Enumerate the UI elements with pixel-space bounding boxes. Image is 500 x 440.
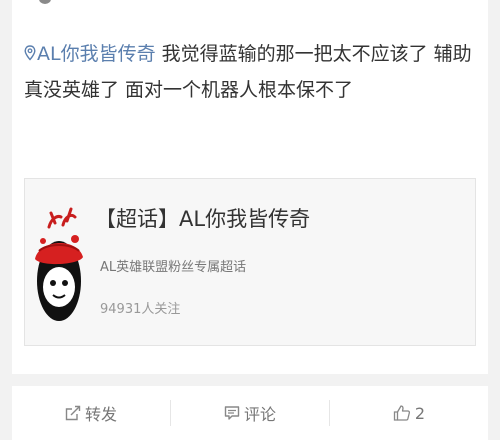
weibo-post-page: AL你我皆传奇 我觉得蓝输的那一把太不应该了 辅助真没英雄了 面对一个机器人根本… bbox=[0, 0, 500, 440]
post-text: AL你我皆传奇 我觉得蓝输的那一把太不应该了 辅助真没英雄了 面对一个机器人根本… bbox=[24, 36, 480, 108]
comment-label: 评论 bbox=[243, 405, 276, 424]
share-card-description: AL英雄联盟粉丝专属超话 bbox=[100, 260, 247, 275]
share-card-followers: 94931人关注 bbox=[100, 302, 181, 317]
location-pin-icon bbox=[24, 45, 36, 61]
share-card-title[interactable]: 【超话】AL你我皆传奇 bbox=[95, 203, 310, 233]
repost-icon bbox=[65, 405, 81, 421]
topic-tag[interactable]: AL你我皆传奇 bbox=[37, 43, 156, 65]
repost-button[interactable]: 转发 bbox=[12, 386, 170, 440]
comment-icon bbox=[224, 406, 240, 420]
post-action-bar: 转发 评论 2 bbox=[12, 386, 488, 440]
like-count: 2 bbox=[414, 403, 426, 423]
topic-link[interactable]: AL你我皆传奇 bbox=[24, 43, 156, 65]
repost-label: 转发 bbox=[84, 405, 117, 424]
post-card: AL你我皆传奇 我觉得蓝输的那一把太不应该了 辅助真没英雄了 面对一个机器人根本… bbox=[12, 0, 488, 374]
avatar-edge bbox=[39, 0, 51, 4]
supertopic-share-card[interactable]: 【超话】AL你我皆传奇 AL英雄联盟粉丝专属超话 94931人关注 bbox=[24, 178, 476, 346]
like-button[interactable]: 2 bbox=[330, 386, 488, 440]
thumbs-up-icon bbox=[393, 405, 410, 421]
comment-button[interactable]: 评论 bbox=[171, 386, 329, 440]
supertopic-thumbnail bbox=[35, 207, 83, 321]
